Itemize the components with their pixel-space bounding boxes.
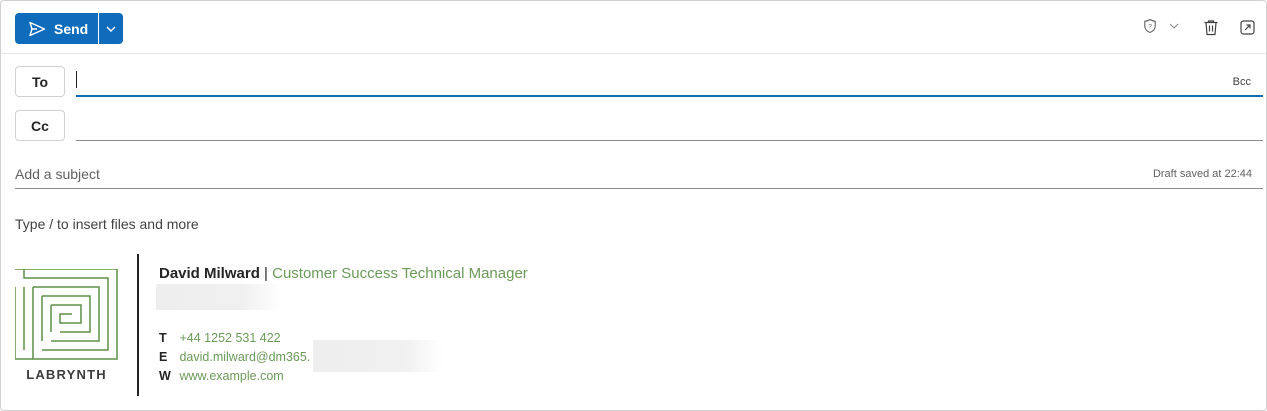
redacted-block	[156, 284, 281, 310]
cc-field[interactable]	[76, 111, 1263, 141]
to-field[interactable]: Bcc	[76, 67, 1263, 97]
signature-phone[interactable]: +44 1252 531 422	[179, 331, 280, 345]
send-button-group: Send	[15, 13, 123, 44]
signature-web[interactable]: www.example.com	[179, 369, 283, 383]
signature-name-line: David Milward | Customer Success Technic…	[159, 265, 528, 282]
subject-underline	[15, 188, 1263, 189]
redacted-block	[313, 340, 443, 372]
labrynth-logo-icon	[15, 269, 118, 360]
text-caret	[76, 71, 77, 88]
send-options-button[interactable]	[99, 13, 123, 44]
signature-web-line: W www.example.com	[159, 369, 284, 383]
chevron-down-icon	[1169, 23, 1179, 29]
signature-email-line: E david.milward@dm365.	[159, 350, 310, 364]
signature-email[interactable]: david.milward@dm365.	[179, 350, 310, 364]
logo-wordmark: LABRYNTH	[26, 367, 107, 382]
toolbar-divider	[1, 53, 1266, 54]
sensitivity-button[interactable]: ?	[1143, 18, 1179, 34]
web-key: W	[159, 369, 171, 383]
bcc-button[interactable]: Bcc	[1233, 76, 1251, 88]
signature-divider	[137, 254, 139, 396]
signature-title: Customer Success Technical Manager	[272, 265, 528, 282]
pop-out-icon	[1240, 20, 1255, 35]
signature-name: David Milward	[159, 265, 260, 282]
to-label: To	[31, 73, 49, 90]
pop-out-button[interactable]	[1240, 20, 1255, 35]
phone-key: T	[159, 331, 167, 345]
signature-separator: |	[264, 265, 268, 282]
cc-label: Cc	[31, 117, 49, 134]
send-icon	[29, 21, 46, 36]
trash-icon	[1204, 20, 1218, 36]
send-button[interactable]: Send	[15, 13, 98, 44]
to-button[interactable]: To	[15, 66, 65, 97]
draft-status: Draft saved at 22:44	[1152, 168, 1252, 180]
compose-window: Send ? To Bcc Cc Add a subject Draft sav…	[0, 0, 1267, 411]
signature-phone-line: T +44 1252 531 422	[159, 331, 281, 345]
send-label: Send	[54, 20, 89, 37]
chevron-down-icon	[106, 26, 116, 32]
cc-button[interactable]: Cc	[15, 110, 65, 141]
subject-input[interactable]: Add a subject	[15, 166, 100, 182]
email-key: E	[159, 350, 168, 364]
sensitivity-shield-icon: ?	[1144, 18, 1156, 34]
discard-button[interactable]	[1203, 19, 1219, 36]
message-body-hint[interactable]: Type / to insert files and more	[15, 216, 199, 232]
svg-text:?: ?	[1148, 24, 1152, 31]
